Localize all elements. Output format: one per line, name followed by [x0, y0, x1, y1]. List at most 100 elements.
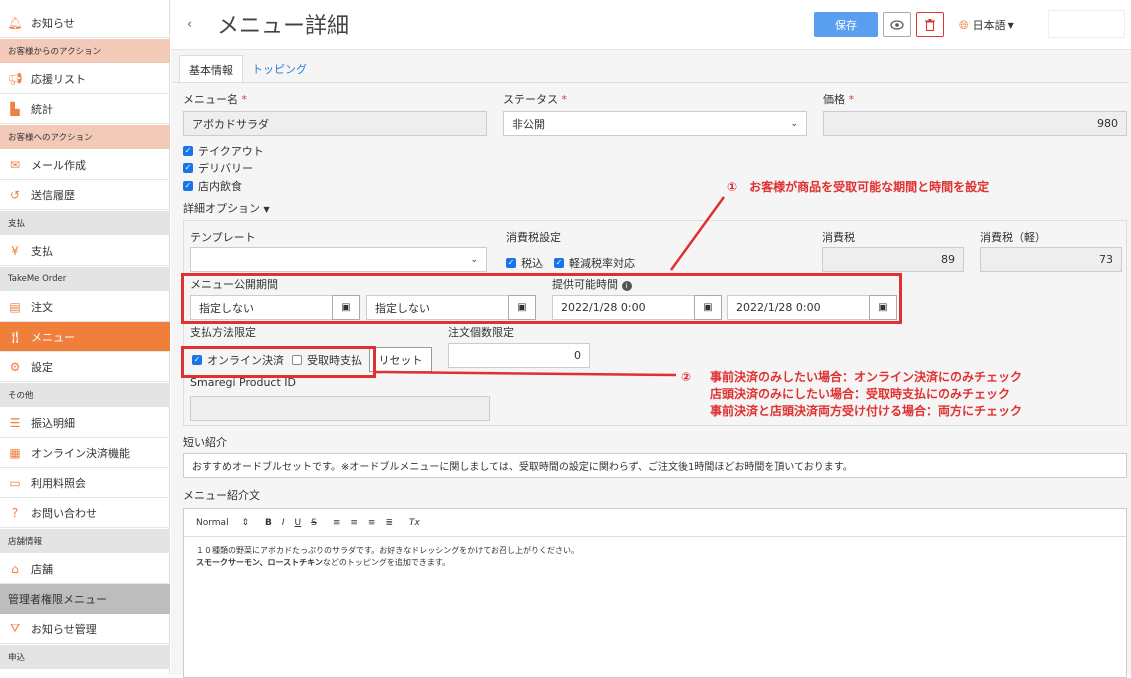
sidebar-item-settings[interactable]: ⚙ 設定: [0, 352, 170, 382]
name-label: メニュー名 *: [183, 93, 247, 106]
sidebar-item-menu[interactable]: 🍴︎ メニュー: [0, 322, 170, 352]
sidebar-item-news-admin[interactable]: ⛛ お知らせ管理: [0, 614, 170, 644]
short-intro-label: 短い紹介: [183, 436, 227, 449]
chevron-down-icon: ⌄: [470, 254, 478, 265]
align-left-icon[interactable]: ≡: [333, 518, 341, 528]
reduced-tax-checkbox[interactable]: ✓ 軽減税率対応: [554, 255, 635, 271]
sidebar-item-label: 注文: [31, 300, 53, 314]
tab-basic-info[interactable]: 基本情報: [179, 55, 243, 83]
strike-icon[interactable]: S: [311, 518, 317, 528]
smaregi-input[interactable]: [190, 396, 490, 421]
credit-card-icon: ▭: [9, 475, 21, 490]
question-icon: ?: [11, 505, 19, 520]
format-select[interactable]: Normal ⇕: [196, 518, 249, 528]
envelope-icon: ✉: [9, 157, 21, 172]
back-button[interactable]: ‹: [187, 17, 192, 32]
sidebar-item-label: 送信履歴: [31, 188, 75, 202]
takeout-label: テイクアウト: [198, 145, 264, 158]
sidebar-item-support-list[interactable]: 📢︎ 応援リスト: [0, 64, 170, 94]
sidebar-item-label: オンライン決済機能: [31, 446, 130, 460]
rich-text-editor[interactable]: Normal ⇕ B I U S ≡ ≡ ≡ ≣ Tx １０種類の野菜にアボカド…: [183, 508, 1127, 678]
caret-down-icon: ▼: [263, 205, 270, 214]
intro-label: メニュー紹介文: [183, 489, 260, 502]
template-select[interactable]: ⌄: [190, 247, 487, 272]
bell-icon: 🔔︎: [7, 15, 23, 30]
align-right-icon[interactable]: ≡: [368, 518, 376, 528]
preview-button[interactable]: [883, 12, 911, 37]
status-select[interactable]: 非公開 ⌄: [503, 111, 807, 136]
sidebar-section-takeme: TakeMe Order: [0, 267, 170, 291]
tabs: 基本情報 トッピング: [179, 55, 316, 83]
user-box[interactable]: [1048, 10, 1125, 38]
price-input[interactable]: 980: [823, 111, 1127, 136]
sidebar-item-label: 応援リスト: [31, 72, 86, 86]
sidebar-item-contact[interactable]: ? お問い合わせ: [0, 498, 170, 528]
editor-body[interactable]: １０種類の野菜にアボカドたっぷりのサラダです。お好きなドレッシングをかけてお召し…: [196, 545, 579, 569]
template-label: テンプレート: [190, 231, 256, 244]
annotation-2: 事前決済のみしたい場合：オンライン決済にのみチェック 店頭決済のみにしたい場合：…: [710, 369, 1022, 420]
sidebar-item-pay[interactable]: ¥ 支払: [0, 236, 170, 266]
sidebar-item-history[interactable]: ↺ 送信履歴: [0, 180, 170, 210]
short-intro-input[interactable]: おすすめオードブルセットです。※オードブルメニューに関しましては、受取時間の設定…: [183, 453, 1127, 478]
chevron-down-icon: ⌄: [790, 118, 798, 129]
underline-icon[interactable]: U: [295, 518, 302, 528]
utensils-icon: 🍴︎: [7, 329, 23, 344]
sidebar-section-store: 店舗情報: [0, 529, 170, 553]
language-label: 日本語: [972, 19, 1006, 32]
globe-icon: 🌐︎: [959, 17, 969, 32]
eatin-checkbox[interactable]: ✓ 店内飲食: [183, 178, 242, 194]
sidebar-section-other: その他: [0, 383, 170, 407]
delivery-checkbox[interactable]: ✓ デリバリー: [183, 160, 253, 176]
sidebar-item-label: 振込明細: [31, 416, 75, 430]
status-label: ステータス *: [503, 93, 567, 106]
sidebar-item-label: お問い合わせ: [31, 506, 97, 520]
align-center-icon[interactable]: ≡: [350, 518, 358, 528]
store-icon: ⌂: [11, 561, 19, 576]
order-limit-label: 注文個数限定: [448, 326, 514, 339]
language-select[interactable]: 🌐︎ 日本語 ▼: [959, 17, 1014, 33]
sidebar-item-store[interactable]: ⌂ 店舗: [0, 554, 170, 584]
sidebar-item-label: 支払: [31, 244, 53, 258]
tax-setting-label: 消費税設定: [506, 231, 561, 244]
annotation-2-line-1: 事前決済のみしたい場合：オンライン決済にのみチェック: [710, 370, 1023, 384]
chart-icon: ▙: [10, 101, 20, 116]
price-label: 価格 *: [823, 93, 854, 106]
check-icon: ✓: [183, 181, 193, 191]
check-icon: ✓: [183, 146, 193, 156]
sidebar-item-news[interactable]: 🔔︎ お知らせ: [0, 8, 170, 38]
tax-input[interactable]: 89: [822, 247, 964, 272]
sidebar-item-online-pay[interactable]: ▦ オンライン決済機能: [0, 438, 170, 468]
check-icon: ✓: [554, 258, 564, 268]
name-input[interactable]: アボカドサラダ: [183, 111, 487, 136]
tab-topping[interactable]: トッピング: [243, 55, 316, 83]
order-limit-input[interactable]: 0: [448, 343, 590, 368]
detail-options-toggle[interactable]: 詳細オプション ▼: [183, 200, 270, 216]
sidebar-item-stats[interactable]: ▙ 統計: [0, 94, 170, 124]
content-panel: 基本情報 トッピング メニュー名 * アボカドサラダ ステータス * 非公開 ⌄ …: [171, 50, 1131, 678]
tax-light-label: 消費税（軽）: [980, 231, 1046, 244]
clear-format-icon[interactable]: Tx: [409, 518, 420, 528]
takeout-checkbox[interactable]: ✓ テイクアウト: [183, 143, 264, 159]
align-justify-icon[interactable]: ≣: [385, 518, 393, 528]
bold-icon[interactable]: B: [265, 518, 272, 528]
tax-light-input[interactable]: 73: [980, 247, 1122, 272]
bell-service-icon: ⛛: [9, 621, 21, 635]
sidebar-item-order[interactable]: ▤ 注文: [0, 292, 170, 322]
sidebar-section-admin: 管理者権限メニュー: [0, 584, 170, 614]
list-icon: ☰: [9, 415, 21, 430]
tax-included-checkbox[interactable]: ✓ 税込: [506, 255, 543, 271]
editor-line-1: １０種類の野菜にアボカドたっぷりのサラダです。お好きなドレッシングをかけてお召し…: [196, 546, 579, 555]
reset-button[interactable]: リセット: [369, 347, 432, 372]
italic-icon[interactable]: I: [282, 518, 285, 528]
editor-line-2: スモークサーモン、ローストチキンなどのトッピングを追加できます。: [196, 558, 451, 567]
megaphone-icon: 📢︎: [7, 71, 23, 86]
sidebar-item-fee[interactable]: ▭ 利用料照会: [0, 468, 170, 498]
delivery-label: デリバリー: [198, 162, 253, 175]
save-button[interactable]: 保存: [814, 12, 878, 37]
sidebar-item-mail[interactable]: ✉ メール作成: [0, 150, 170, 180]
delete-button[interactable]: [916, 12, 944, 37]
check-icon: ✓: [183, 163, 193, 173]
sidebar-section-pay: 支払: [0, 211, 170, 235]
sidebar-item-transfer[interactable]: ☰ 振込明細: [0, 408, 170, 438]
reduced-tax-label: 軽減税率対応: [569, 257, 635, 270]
